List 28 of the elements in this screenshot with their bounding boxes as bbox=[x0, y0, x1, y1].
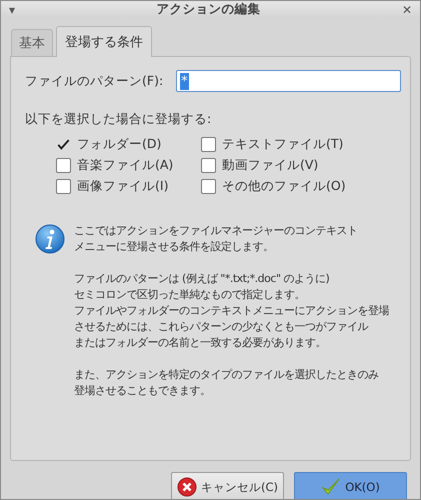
checkmark-icon bbox=[321, 477, 342, 497]
checkmark-checkbox[interactable] bbox=[56, 137, 71, 152]
pattern-field[interactable]: * bbox=[176, 70, 401, 92]
option-label: 画像ファイル(I) bbox=[77, 178, 168, 195]
tab[interactable]: 登場する条件 bbox=[56, 26, 152, 57]
option-label: テキストファイル(T) bbox=[222, 136, 344, 153]
checkbox[interactable] bbox=[201, 179, 216, 194]
option-label: フォルダー(D) bbox=[77, 136, 162, 153]
conditions-label: 以下を選択した場合に登場する: bbox=[25, 111, 212, 128]
checkbox[interactable] bbox=[201, 137, 216, 152]
info-paragraph: ファイルのパターンは (例えば "*.txt;*.doc" のように) セミコロンで区切った単純なもので指定します。 ファイルやフォルダーのコンテキストメニューにアクションを登場 させるためには、これらパターンの少なくとも一つがファイル またはフォルダーの名前と一致する必要があります。 bbox=[74, 271, 389, 351]
ok-button[interactable]: OK(O) bbox=[294, 472, 407, 499]
close-button[interactable]: ✕ bbox=[402, 2, 412, 16]
checkbox[interactable] bbox=[56, 179, 71, 194]
error-icon bbox=[176, 477, 197, 497]
window-menu-button[interactable]: ▾ bbox=[9, 2, 16, 16]
window-title: アクションの編集 bbox=[155, 1, 262, 18]
pattern-label: ファイルのパターン(F): bbox=[25, 72, 164, 90]
checkbox[interactable] bbox=[56, 158, 71, 173]
cancel-button[interactable]: キャンセル(C) bbox=[171, 472, 284, 499]
option-label: 音楽ファイル(A) bbox=[77, 157, 174, 174]
tab[interactable]: 基本 bbox=[11, 29, 53, 56]
info-icon bbox=[35, 224, 65, 254]
option-label: その他のファイル(O) bbox=[222, 178, 346, 195]
option-label: 動画ファイル(V) bbox=[222, 157, 318, 174]
checkbox[interactable] bbox=[201, 158, 216, 173]
info-paragraph: また、アクションを特定のタイプのファイルを選択したときのみ 登場させることもできます。 bbox=[74, 367, 380, 399]
info-paragraph: ここではアクションをファイルマネージャーのコンテキスト メニューに登場させる条件を設定します。 bbox=[74, 223, 358, 255]
